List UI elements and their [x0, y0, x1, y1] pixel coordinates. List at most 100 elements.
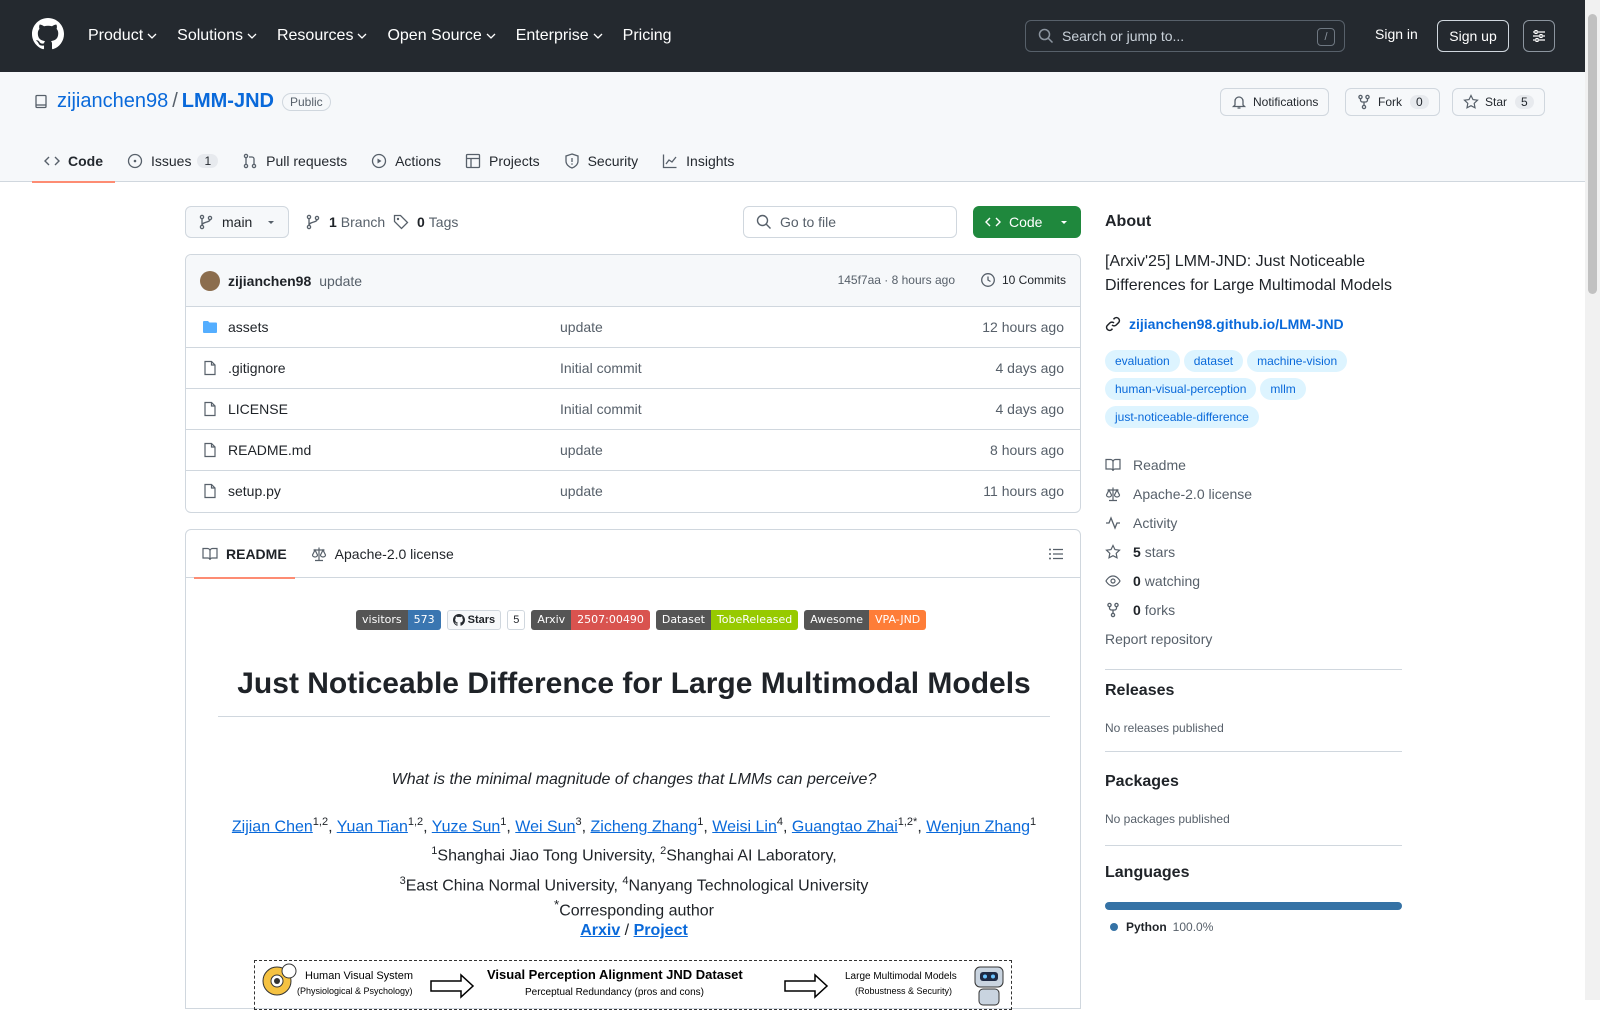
tab-license[interactable]: Apache-2.0 license — [303, 530, 462, 578]
table-row[interactable]: LICENSE Initial commit 4 days ago — [186, 389, 1080, 430]
topic-tag[interactable]: mllm — [1260, 378, 1306, 400]
watching-label: watching — [1144, 572, 1201, 589]
avatar[interactable] — [200, 270, 220, 291]
readme-link[interactable]: Readme — [1105, 450, 1402, 479]
report-repository-link[interactable]: Report repository — [1105, 624, 1402, 653]
fork-button[interactable]: Fork 0 — [1345, 88, 1440, 116]
stars-link[interactable]: 5 stars — [1105, 537, 1402, 566]
commit-author-link[interactable]: zijianchen98 — [228, 273, 311, 289]
file-commit-message[interactable]: Initial commit — [560, 401, 642, 417]
table-row[interactable]: assets update 12 hours ago — [186, 307, 1080, 348]
tab-issues[interactable]: Issues 1 — [115, 140, 230, 182]
tab-pull-requests[interactable]: Pull requests — [230, 140, 359, 182]
author-link[interactable]: Wenjun Zhang — [926, 818, 1030, 835]
author-link[interactable]: Yuan Tian — [337, 818, 408, 835]
commit-message-link[interactable]: update — [319, 273, 362, 289]
github-stars-badge[interactable]: Stars — [446, 610, 502, 630]
nav-product[interactable]: Product — [88, 27, 157, 45]
sign-in-link[interactable]: Sign in — [1375, 26, 1418, 42]
topic-tag[interactable]: just-noticeable-difference — [1105, 406, 1259, 428]
file-commit-message[interactable]: update — [560, 442, 603, 458]
file-commit-message[interactable]: update — [560, 483, 603, 499]
latest-commit-row: zijianchen98 update 145f7aa · 8 hours ag… — [186, 255, 1080, 307]
packages-heading[interactable]: Packages — [1105, 773, 1179, 791]
tab-license-label: Apache-2.0 license — [334, 545, 454, 562]
site-menu-button[interactable] — [1523, 20, 1555, 52]
homepage-link[interactable]: zijianchen98.github.io/LMM-JND — [1105, 316, 1344, 332]
author-link[interactable]: Zicheng Zhang — [591, 818, 698, 835]
file-commit-message[interactable]: update — [560, 319, 603, 335]
visitors-badge[interactable]: visitors 573 — [356, 610, 441, 630]
repo-name-link[interactable]: LMM-JND — [182, 90, 274, 113]
author-link[interactable]: Guangtao Zhai — [792, 818, 898, 835]
nav-solutions[interactable]: Solutions — [177, 27, 257, 45]
notifications-button[interactable]: Notifications — [1220, 88, 1330, 116]
corresponding-text: Corresponding author — [559, 902, 714, 920]
author-link[interactable]: Weisi Lin — [712, 818, 777, 835]
table-row[interactable]: README.md update 8 hours ago — [186, 430, 1080, 471]
tab-security[interactable]: Security — [552, 140, 651, 182]
arxiv-badge[interactable]: Arxiv 2507:00490 — [531, 610, 650, 630]
table-row[interactable]: setup.py update 11 hours ago — [186, 471, 1080, 512]
dataset-badge-value: TobeReleased — [710, 610, 799, 630]
nav-enterprise[interactable]: Enterprise — [516, 27, 603, 45]
tab-actions-label: Actions — [395, 153, 442, 169]
nav-pricing[interactable]: Pricing — [623, 27, 672, 45]
nav-open-source-label: Open Source — [387, 27, 482, 44]
tab-projects[interactable]: Projects — [453, 140, 552, 182]
go-to-file-input[interactable]: Go to file — [743, 206, 957, 238]
tag-count: 0 — [417, 214, 425, 230]
commits-history-link[interactable]: 10 Commits — [980, 272, 1066, 288]
language-item[interactable]: Python 100.0% — [1110, 920, 1213, 934]
file-name-link[interactable]: setup.py — [228, 483, 281, 499]
license-link[interactable]: Apache-2.0 license — [1105, 479, 1402, 508]
topic-tag[interactable]: dataset — [1183, 350, 1244, 372]
list-unordered-icon[interactable] — [1048, 546, 1064, 562]
releases-heading[interactable]: Releases — [1105, 682, 1174, 700]
author-link[interactable]: Zijian Chen — [232, 818, 313, 835]
forks-link[interactable]: 0 forks — [1105, 595, 1402, 624]
book-icon — [202, 547, 218, 560]
sign-up-button[interactable]: Sign up — [1437, 20, 1509, 52]
language-percent: 100.0% — [1172, 920, 1214, 934]
code-dropdown-button[interactable]: Code — [973, 206, 1081, 238]
awesome-badge[interactable]: Awesome VPA-JND — [804, 610, 927, 630]
star-button[interactable]: Star 5 — [1452, 88, 1545, 116]
topic-tag[interactable]: human-visual-perception — [1105, 378, 1257, 400]
nav-open-source[interactable]: Open Source — [387, 27, 496, 45]
search-input[interactable]: Search or jump to... / — [1025, 20, 1345, 52]
topic-tag[interactable]: evaluation — [1105, 350, 1180, 372]
file-name-link[interactable]: LICENSE — [228, 401, 288, 417]
tab-insights[interactable]: Insights — [650, 140, 746, 182]
author-link[interactable]: Wei Sun — [515, 818, 575, 835]
branches-link[interactable]: 1 Branch — [305, 214, 385, 230]
tab-readme[interactable]: README — [194, 530, 295, 579]
file-name-link[interactable]: README.md — [228, 442, 311, 458]
activity-link[interactable]: Activity — [1105, 508, 1402, 537]
github-logo-icon[interactable] — [32, 18, 64, 50]
tab-code[interactable]: Code — [32, 140, 115, 183]
dataset-badge[interactable]: Dataset TobeReleased — [655, 610, 799, 630]
star-label: Star — [1485, 95, 1508, 109]
tags-link[interactable]: 0 Tags — [393, 214, 458, 230]
commit-hash-time[interactable]: 145f7aa · 8 hours ago — [838, 273, 955, 287]
watchers-link[interactable]: 0 watching — [1105, 566, 1402, 595]
scrollbar-thumb[interactable] — [1588, 14, 1597, 294]
nav-resources[interactable]: Resources — [277, 27, 367, 45]
repo-owner-link[interactable]: zijianchen98 — [57, 90, 168, 113]
page-scrollbar[interactable] — [1585, 0, 1600, 1000]
history-icon — [981, 273, 995, 287]
arxiv-link[interactable]: Arxiv — [580, 922, 620, 939]
project-link[interactable]: Project — [634, 922, 688, 939]
branch-select-button[interactable]: main — [185, 206, 289, 238]
topic-tag[interactable]: machine-vision — [1247, 350, 1348, 372]
tab-actions[interactable]: Actions — [359, 140, 453, 182]
packages-empty-text: No packages published — [1105, 812, 1230, 826]
file-name-link[interactable]: assets — [228, 319, 268, 335]
github-stars-badge-count[interactable]: 5 — [507, 610, 526, 630]
file-commit-message[interactable]: Initial commit — [560, 360, 642, 376]
pull-request-icon — [243, 153, 257, 169]
file-name-link[interactable]: .gitignore — [228, 360, 286, 376]
author-link[interactable]: Yuze Sun — [432, 818, 501, 835]
table-row[interactable]: .gitignore Initial commit 4 days ago — [186, 348, 1080, 389]
